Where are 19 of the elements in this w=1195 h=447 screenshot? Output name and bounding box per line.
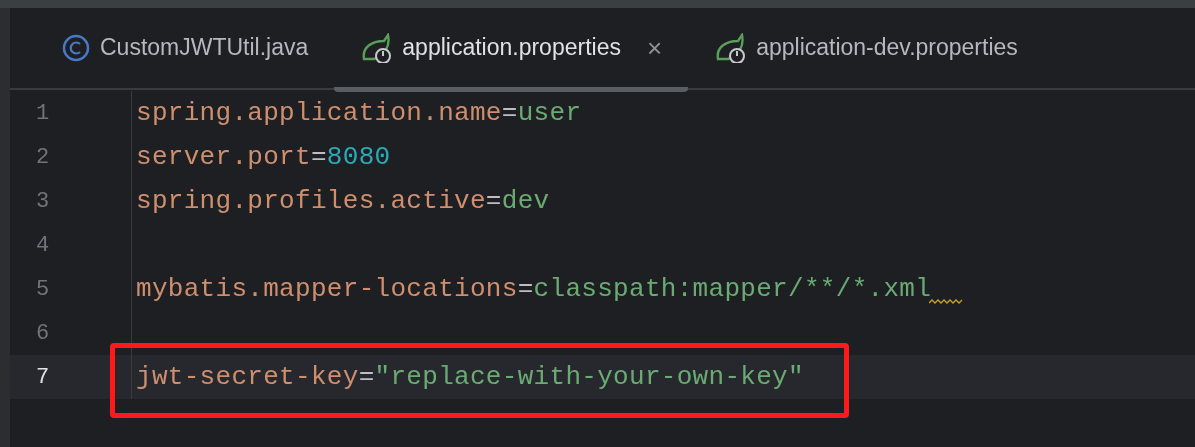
line-number: 6 <box>36 320 50 346</box>
line-number: 7 <box>36 364 50 390</box>
leaf-power-icon <box>714 32 747 63</box>
leaf-power-icon <box>360 32 393 63</box>
editor-tab[interactable]: CustomJWTUtil.java <box>36 8 335 92</box>
code-line: mybatis.mapper-locations=classpath:mapper/**/*.xml <box>136 272 932 306</box>
class-icon <box>62 33 90 62</box>
close-button[interactable]: × <box>646 34 663 61</box>
editor-tab[interactable]: application.properties × <box>334 8 689 92</box>
line-number: 5 <box>36 276 50 302</box>
code-line: jwt-secret-key="replace-with-your-own-key" <box>136 360 804 394</box>
editor-tab[interactable]: application-dev.properties <box>688 8 1044 92</box>
line-number: 3 <box>36 188 50 214</box>
line-number: 2 <box>36 144 50 170</box>
line-number: 1 <box>36 100 50 126</box>
code-line: spring.profiles.active=dev <box>136 184 550 218</box>
line-number: 4 <box>36 232 50 258</box>
code-line: server.port=8080 <box>136 140 391 174</box>
code-line: spring.application.name=user <box>136 96 582 130</box>
